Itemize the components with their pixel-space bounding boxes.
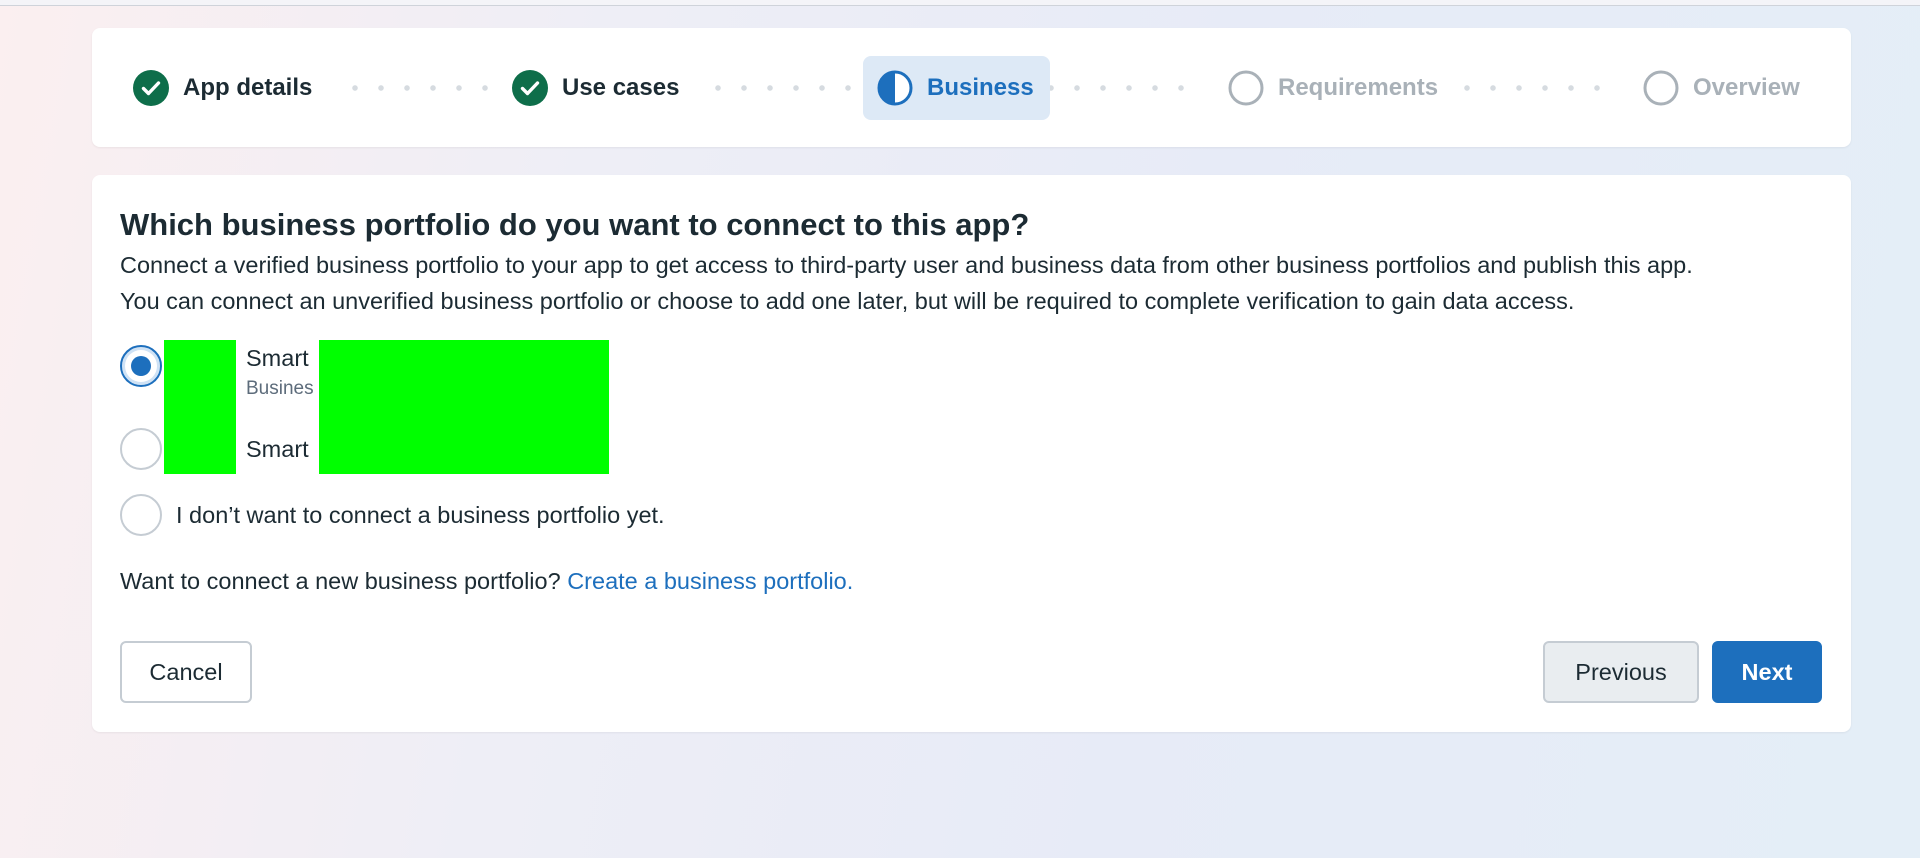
step-label: Requirements xyxy=(1278,73,1439,101)
empty-circle-icon xyxy=(1228,70,1264,105)
progress-stepper: App details Use cases Business Requireme… xyxy=(92,28,1851,147)
step-requirements[interactable]: Requirements xyxy=(1214,28,1452,147)
step-overview[interactable]: Overview xyxy=(1629,28,1814,147)
page-title: Which business portfolio do you want to … xyxy=(120,207,1030,242)
step-label: Business xyxy=(927,73,1034,101)
portfolio-name: Smart xyxy=(246,436,309,462)
connect-prompt: Want to connect a new business portfolio… xyxy=(120,568,561,594)
description-line: You can connect an unverified business p… xyxy=(120,288,1575,314)
connect-new-portfolio: Want to connect a new business portfolio… xyxy=(120,568,853,595)
next-button[interactable]: Next xyxy=(1712,641,1822,703)
step-label: Use cases xyxy=(562,73,680,101)
step-business[interactable]: Business xyxy=(863,28,1050,147)
empty-circle-icon xyxy=(1643,70,1679,105)
step-connector-dots xyxy=(705,85,855,91)
step-use-cases[interactable]: Use cases xyxy=(498,28,693,147)
previous-button[interactable]: Previous xyxy=(1543,641,1699,703)
check-circle-icon xyxy=(133,69,169,106)
step-label: App details xyxy=(183,73,313,101)
cancel-button[interactable]: Cancel xyxy=(120,641,252,703)
no-portfolio-label[interactable]: I don’t want to connect a business portf… xyxy=(176,502,665,529)
step-label: Overview xyxy=(1693,73,1800,101)
portfolio-name: Smart xyxy=(246,345,309,371)
create-portfolio-link[interactable]: Create a business portfolio. xyxy=(567,568,853,594)
step-connector-dots xyxy=(342,85,492,91)
browser-top-edge xyxy=(0,0,1920,6)
business-portfolio-card: Which business portfolio do you want to … xyxy=(92,175,1851,732)
step-connector-dots xyxy=(1454,85,1614,91)
portfolio-radio-2[interactable] xyxy=(120,428,162,470)
check-circle-icon xyxy=(512,69,548,106)
step-app-details[interactable]: App details xyxy=(119,28,326,147)
description: Connect a verified business portfolio to… xyxy=(120,247,1830,319)
redacted-avatar xyxy=(164,340,236,474)
half-circle-icon xyxy=(877,70,913,105)
no-portfolio-radio[interactable] xyxy=(120,494,162,536)
description-line: Connect a verified business portfolio to… xyxy=(120,252,1693,278)
step-connector-dots xyxy=(1038,85,1198,91)
portfolio-radio-1[interactable] xyxy=(120,345,162,387)
redacted-portfolio-name xyxy=(319,340,609,474)
portfolio-subtitle: Busines xyxy=(246,378,314,399)
